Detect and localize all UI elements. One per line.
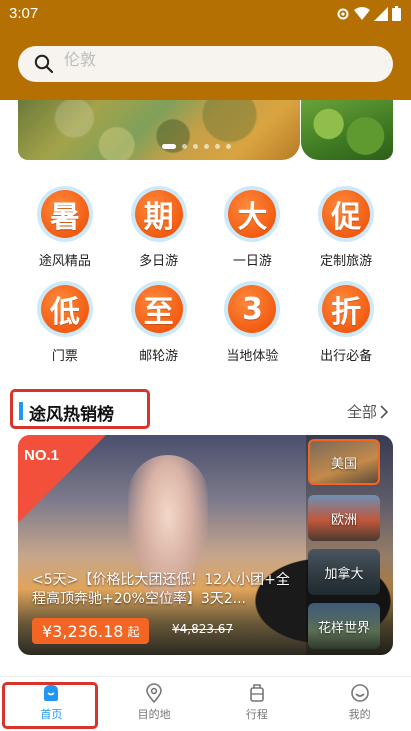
original-price: ¥4,823.67 <box>172 622 234 636</box>
region-tab-usa[interactable]: 美国 <box>308 439 380 485</box>
category-glyph: 低 <box>40 285 89 333</box>
banner-slide-main[interactable] <box>18 100 300 160</box>
banner-dot <box>204 144 209 149</box>
category-multi-day[interactable]: 期 多日游 <box>112 186 206 269</box>
region-label: 欧洲 <box>330 512 357 528</box>
category-label: 一日游 <box>232 254 272 269</box>
luggage-icon <box>250 684 264 702</box>
price-badge: ¥3,236.18 起 <box>32 618 150 644</box>
category-glyph: 3 <box>228 285 277 333</box>
view-all-link[interactable]: 全部 <box>347 401 389 422</box>
search-bar[interactable]: 伦敦 <box>18 46 393 82</box>
region-label: 美国 <box>330 456 357 472</box>
location-pin-icon <box>146 683 162 703</box>
price-suffix: 起 <box>127 624 140 639</box>
nav-home-highlight <box>2 682 98 729</box>
category-glyph: 促 <box>322 190 371 238</box>
category-cruise[interactable]: 至 邮轮游 <box>112 281 206 364</box>
product-description: <5天>【价格比大团还低！12人小团+全程高顶奔驰+20%空位率】3天2... <box>32 572 290 607</box>
banner-dot <box>215 144 220 149</box>
search-placeholder: 伦敦 <box>64 50 97 69</box>
nav-profile[interactable]: 我的 <box>308 677 411 731</box>
banner-dot <box>182 144 187 149</box>
banner-dot <box>162 144 176 149</box>
category-travel-essentials[interactable]: 折 出行必备 <box>299 281 393 364</box>
category-tickets[interactable]: 低 门票 <box>18 281 112 364</box>
price-value: ¥3,236.18 <box>42 621 124 641</box>
region-tab-canada[interactable]: 加拿大 <box>308 549 380 595</box>
category-grid: 暑 途风精品 期 多日游 大 一日游 促 定制旅游 低 门票 至 邮轮游 3 当… <box>18 186 393 364</box>
category-label: 当地体验 <box>226 349 279 364</box>
settings-gear-icon <box>337 8 349 19</box>
category-glyph: 折 <box>322 285 371 333</box>
region-tab-europe[interactable]: 欧洲 <box>308 495 380 541</box>
category-label: 定制旅游 <box>320 254 373 269</box>
category-custom-tour[interactable]: 促 定制旅游 <box>299 186 393 269</box>
nav-label: 目的地 <box>137 708 171 721</box>
category-label: 出行必备 <box>320 349 373 364</box>
category-icon: 折 <box>318 281 375 337</box>
search-icon <box>34 54 54 74</box>
region-tab-world[interactable]: 花样世界 <box>308 603 380 649</box>
category-icon: 期 <box>130 186 187 242</box>
category-glyph: 至 <box>134 285 183 333</box>
banner-slide-next[interactable] <box>301 100 393 160</box>
banner-dot <box>226 144 231 149</box>
category-icon: 大 <box>224 186 281 242</box>
category-boutique[interactable]: 暑 途风精品 <box>18 186 112 269</box>
region-label: 花样世界 <box>317 620 370 636</box>
section-header: 途风热销榜 <box>10 389 150 429</box>
category-local-experience[interactable]: 3 当地体验 <box>206 281 300 364</box>
banner-dot <box>193 144 198 149</box>
nav-destinations[interactable]: 目的地 <box>103 677 206 731</box>
section-accent-bar <box>19 402 23 420</box>
rank-label: NO.1 <box>24 447 60 464</box>
category-glyph: 期 <box>134 190 183 238</box>
category-one-day[interactable]: 大 一日游 <box>206 186 300 269</box>
category-label: 多日游 <box>139 254 179 269</box>
category-icon: 至 <box>130 281 187 337</box>
status-time: 3:07 <box>9 5 39 22</box>
featured-product-card[interactable]: NO.1 <5天>【价格比大团还低！12人小团+全程高顶奔驰+20%空位率】3天… <box>18 435 393 655</box>
nav-label: 行程 <box>245 708 268 721</box>
battery-icon <box>392 6 401 21</box>
view-all-label: 全部 <box>346 403 377 421</box>
section-title: 途风热销榜 <box>29 405 114 425</box>
category-label: 邮轮游 <box>139 349 179 364</box>
profile-icon <box>350 684 369 702</box>
status-icons <box>336 6 401 21</box>
category-label: 途风精品 <box>38 254 91 269</box>
banner-texture <box>18 100 300 160</box>
header: 3:07 伦敦 <box>0 0 411 100</box>
nav-label: 我的 <box>348 708 371 721</box>
category-icon: 低 <box>36 281 93 337</box>
category-icon: 3 <box>224 281 281 337</box>
category-icon: 促 <box>318 186 375 242</box>
category-icon: 暑 <box>36 186 93 242</box>
app-screen: 3:07 伦敦 暑 途风精品 期 多日游 大 一日游 促 定制旅游 低 门票 至… <box>0 0 411 731</box>
nav-itinerary[interactable]: 行程 <box>206 677 309 731</box>
region-label: 加拿大 <box>324 566 364 582</box>
signal-icon <box>374 6 388 21</box>
wifi-icon <box>354 6 370 20</box>
status-bar: 3:07 <box>0 0 411 28</box>
category-glyph: 暑 <box>40 190 89 238</box>
chevron-right-icon <box>380 404 389 419</box>
category-label: 门票 <box>51 349 78 364</box>
banner-pagination <box>162 144 231 149</box>
category-glyph: 大 <box>228 190 277 238</box>
